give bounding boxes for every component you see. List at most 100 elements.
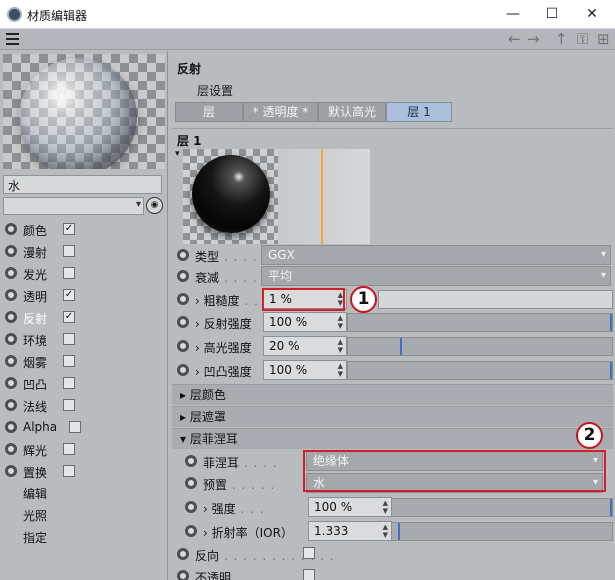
animate-dot[interactable] <box>185 525 197 537</box>
channel-alpha[interactable]: Alpha <box>5 417 165 438</box>
channel-glow[interactable]: 辉光 <box>5 439 165 460</box>
fresnel-strength-field[interactable]: 100 % ▲ ▼ <box>308 497 392 517</box>
callout-2: 2 <box>576 422 603 449</box>
channel-checkbox[interactable] <box>63 399 75 411</box>
channel-checkbox[interactable] <box>63 465 75 477</box>
ior-slider[interactable] <box>391 522 613 541</box>
reflection-strength-field[interactable]: 100 % ▲ ▼ <box>263 312 347 332</box>
bump-strength-field[interactable]: 100 % ▲ ▼ <box>263 360 347 380</box>
channel-checkbox[interactable] <box>63 333 75 345</box>
animate-dot[interactable] <box>177 340 189 352</box>
lock-icon[interactable]: ⚿ <box>577 30 588 48</box>
back-arrow-icon[interactable]: ← <box>508 30 521 48</box>
slider-handle[interactable] <box>610 314 612 331</box>
animate-dot[interactable] <box>177 548 189 560</box>
slider-handle[interactable] <box>400 338 402 355</box>
channel-checkbox[interactable]: ✓ <box>63 289 75 301</box>
bump-strength-label: 凹凸强度 <box>203 365 252 379</box>
roughness-slider[interactable] <box>378 290 613 309</box>
channel-luminance[interactable]: 发光 <box>5 263 165 284</box>
ior-field[interactable]: 1.333 ▲ ▼ <box>308 521 392 541</box>
channel-checkbox[interactable] <box>63 443 75 455</box>
invert-row: 反向 . . . . . . . . . . . . <box>175 544 605 564</box>
channel-bump[interactable]: 凹凸 <box>5 373 165 394</box>
up-arrow-icon[interactable]: ↑ <box>555 30 568 48</box>
fresnel-strength-slider[interactable] <box>391 498 613 517</box>
channel-reflectance[interactable]: 反射 ✓ <box>5 307 165 328</box>
channel-displacement[interactable]: 置换 <box>5 461 165 482</box>
animate-dot[interactable] <box>185 477 197 489</box>
specular-strength-slider[interactable] <box>347 337 613 356</box>
channel-diffusion[interactable]: 漫射 <box>5 241 165 262</box>
new-window-icon[interactable]: ⊞ <box>597 30 610 48</box>
channel-transparency[interactable]: 透明 ✓ <box>5 285 165 306</box>
animate-dot[interactable] <box>177 293 189 305</box>
opaque-label: 不透明 <box>195 571 232 580</box>
group-layer-mask[interactable]: ▸ 层遮罩 <box>172 406 613 427</box>
material-name-field[interactable]: 水 <box>3 175 162 194</box>
stepper-icon[interactable]: ▲ ▼ <box>338 362 343 378</box>
maximize-button[interactable]: ☐ <box>540 4 564 24</box>
animate-dot[interactable] <box>185 501 197 513</box>
tab-layer-1[interactable]: 层 1 <box>386 102 452 122</box>
ior-label: 折射率（IOR） <box>211 526 293 540</box>
slider-handle[interactable] <box>610 499 612 516</box>
channel-checkbox[interactable]: ✓ <box>63 311 75 323</box>
specular-strength-label: 高光强度 <box>203 341 252 355</box>
illumination-item[interactable]: 光照 <box>23 507 47 524</box>
picker-icon[interactable]: ◉ <box>146 197 163 214</box>
layer-title: 层 1 <box>177 134 202 148</box>
tab-layers[interactable]: 层 <box>175 102 243 122</box>
minimize-button[interactable]: — <box>501 4 525 24</box>
ior-value: 1.333 <box>314 524 349 538</box>
bump-strength-slider[interactable] <box>347 361 613 380</box>
channel-environment[interactable]: 环境 <box>5 329 165 350</box>
material-preview[interactable] <box>3 54 165 169</box>
channel-color[interactable]: 颜色 ✓ <box>5 219 165 240</box>
animate-dot[interactable] <box>177 570 189 580</box>
animate-dot[interactable] <box>177 316 189 328</box>
invert-checkbox[interactable] <box>303 547 315 559</box>
stepper-icon[interactable]: ▲ ▼ <box>383 499 388 515</box>
type-row: 类型 . . . . . GGX ▾ <box>175 245 613 265</box>
channel-checkbox[interactable] <box>69 421 81 433</box>
animate-dot[interactable] <box>177 364 189 376</box>
channel-checkbox[interactable] <box>63 267 75 279</box>
slider-handle[interactable] <box>610 362 612 379</box>
animate-dot[interactable] <box>185 455 197 467</box>
animate-dot[interactable] <box>177 270 189 282</box>
roughness-label: 粗糙度 <box>203 294 240 308</box>
channel-checkbox[interactable] <box>63 377 75 389</box>
tab-default-specular[interactable]: 默认高光 <box>318 102 386 122</box>
invert-label: 反向 <box>195 549 220 563</box>
group-layer-fresnel[interactable]: ▾ 层菲涅耳 <box>172 428 613 449</box>
falloff-select[interactable]: 平均 ▾ <box>261 266 611 286</box>
menu-icon[interactable] <box>6 33 19 45</box>
slider-handle[interactable] <box>398 523 400 540</box>
assign-item[interactable]: 指定 <box>23 529 47 546</box>
group-layer-color[interactable]: ▸ 层颜色 <box>172 384 613 405</box>
layer-preview <box>183 149 278 244</box>
channel-checkbox[interactable] <box>63 245 75 257</box>
channel-checkbox[interactable] <box>63 355 75 367</box>
forward-arrow-icon[interactable]: → <box>527 30 540 48</box>
water-sphere-preview <box>19 58 137 169</box>
tab-transparency[interactable]: * 透明度 * <box>243 102 318 122</box>
opaque-checkbox[interactable] <box>303 569 315 580</box>
stepper-icon[interactable]: ▲ ▼ <box>338 338 343 354</box>
reflection-strength-slider[interactable] <box>347 313 613 332</box>
stepper-icon[interactable]: ▲ ▼ <box>338 314 343 330</box>
channel-checkbox[interactable]: ✓ <box>63 223 75 235</box>
channel-dot <box>5 245 17 257</box>
specular-strength-field[interactable]: 20 % ▲ ▼ <box>263 336 347 356</box>
stepper-icon[interactable]: ▲ ▼ <box>383 523 388 539</box>
close-button[interactable]: ✕ <box>580 4 604 24</box>
channel-normal[interactable]: 法线 <box>5 395 165 416</box>
collapse-arrow-icon[interactable]: ▾ <box>175 149 180 159</box>
type-label: 类型 <box>195 250 220 264</box>
type-select[interactable]: GGX ▾ <box>261 245 611 265</box>
edit-item[interactable]: 编辑 <box>23 485 47 502</box>
channel-fog[interactable]: 烟雾 <box>5 351 165 372</box>
animate-dot[interactable] <box>177 249 189 261</box>
material-type-select[interactable]: ▾ <box>3 197 144 215</box>
